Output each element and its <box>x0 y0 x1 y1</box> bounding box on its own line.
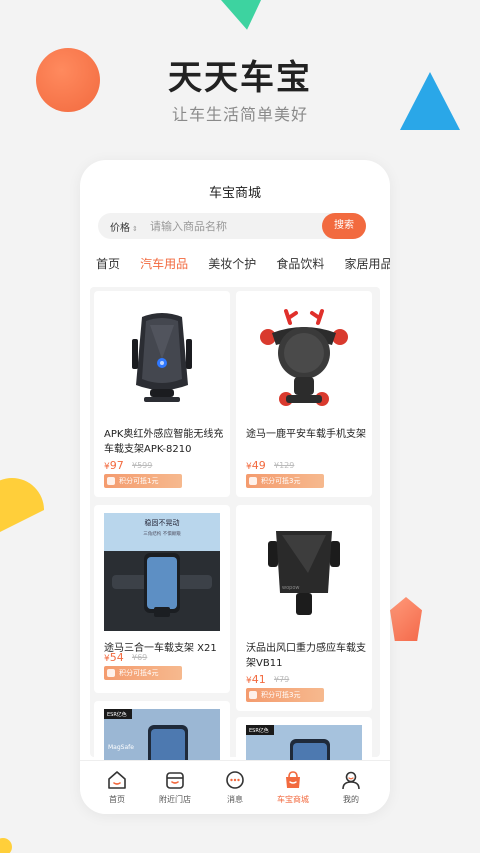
promo-headline: MagSafe <box>108 744 134 751</box>
product-image-car-vent-mount: 稳固不晃动 三角结构 不惧颠簸 <box>104 513 220 631</box>
product-name: APK奥红外感应智能无线充车载支架APK-8210 <box>104 429 224 455</box>
product-image-phone-holder-wireless <box>104 299 220 417</box>
points-badge: 积分可抵4元 <box>104 666 182 680</box>
tab-food-drinks[interactable]: 食品饮料 <box>276 255 324 272</box>
product-price: ¥49 <box>246 459 266 472</box>
product-grid: APK奥红外感应智能无线充车载支架APK-8210 ¥97 ¥599 积分可抵1… <box>90 287 380 761</box>
decorative-yellow-shape <box>0 478 44 542</box>
nav-label: 附近门店 <box>159 795 191 804</box>
brand-logo-text: ESR亿色 <box>249 727 269 734</box>
store-icon <box>166 772 184 789</box>
profile-icon <box>342 771 360 790</box>
tab-car-supplies[interactable]: 汽车用品 <box>140 255 188 272</box>
tab-home-goods[interactable]: 家居用品 <box>344 255 390 272</box>
decorative-orange-pentagon <box>390 597 422 641</box>
product-image-magsafe-mount: ESR亿色 MagSafe <box>104 709 220 761</box>
brand-logo-text: ESR亿色 <box>107 711 127 718</box>
hero-title: 天天车宝 <box>168 58 312 98</box>
original-price: ¥599 <box>132 461 153 470</box>
price-filter[interactable]: 价格 ⇕ <box>110 219 138 234</box>
nav-label: 车宝商城 <box>277 795 309 804</box>
tab-home[interactable]: 首页 <box>96 255 120 272</box>
product-card[interactable]: wopow 沃品出风口重力感应车载支架VB11 ¥41 ¥79 积分可抵3元 <box>236 505 372 711</box>
nav-label: 我的 <box>343 795 359 804</box>
promo-headline: 稳固不晃动 <box>145 518 180 527</box>
page-title: 车宝商城 <box>208 186 261 201</box>
nav-nearby-stores[interactable]: 附近门店 <box>150 769 200 805</box>
nav-messages[interactable]: 消息 <box>210 769 260 805</box>
original-price: ¥129 <box>274 461 295 470</box>
category-tabs: 首页 汽车用品 美妆个护 食品饮料 家居用品 <box>96 253 390 277</box>
product-name: 沃品出风口重力感应车载支架VB11 <box>246 643 366 669</box>
search-input[interactable] <box>150 216 310 236</box>
hero-subtitle: 让车生活简单美好 <box>171 105 308 124</box>
product-image-deer-phone-holder <box>246 299 362 417</box>
original-price: ¥69 <box>132 653 148 662</box>
search-bar: 价格⇕ 搜索 <box>98 213 366 239</box>
price-value: 97 <box>109 459 124 472</box>
shop-bag-icon <box>286 771 300 788</box>
decorative-yellow-dot <box>0 838 12 853</box>
nav-profile[interactable]: 我的 <box>326 769 376 805</box>
decorative-green-triangle <box>201 0 285 36</box>
nav-label: 首页 <box>109 795 125 804</box>
price-value: 49 <box>251 459 266 472</box>
points-badge: 积分可抵1元 <box>104 474 182 488</box>
original-price: ¥79 <box>274 675 290 684</box>
product-name: 途马一鹿平安车载手机支架 <box>246 429 366 440</box>
product-card[interactable]: 途马一鹿平安车载手机支架 ¥49 ¥129 积分可抵3元 <box>236 291 372 497</box>
product-price: ¥41 <box>246 673 266 686</box>
promo-subline: 三角结构 不惧颠簸 <box>143 530 181 537</box>
product-card[interactable]: APK奥红外感应智能无线充车载支架APK-8210 ¥97 ¥599 积分可抵1… <box>94 291 230 497</box>
phone-mockup: 车宝商城 价格⇕ 搜索 首页 汽车用品 美妆个护 食品饮料 家居用品 <box>80 160 390 814</box>
price-filter-label: 价格 <box>110 223 130 234</box>
bottom-navigation: 首页 附近门店 消息 车宝商城 我的 <box>80 760 390 814</box>
points-badge: 积分可抵3元 <box>246 474 324 488</box>
price-value: 54 <box>109 651 124 664</box>
sort-arrows-icon: ⇕ <box>132 225 138 233</box>
product-card[interactable]: 稳固不晃动 三角结构 不惧颠簸 途马三合一车载支架 X21 ¥54 ¥69 积分… <box>94 505 230 693</box>
home-icon <box>108 771 126 789</box>
nav-home[interactable]: 首页 <box>92 769 142 805</box>
nav-label: 消息 <box>227 795 243 804</box>
product-image-phone-mount: ESR亿色 <box>246 725 362 761</box>
nav-shop[interactable]: 车宝商城 <box>268 769 318 805</box>
product-card[interactable]: ESR亿色 MagSafe <box>94 701 230 761</box>
points-badge: 积分可抵3元 <box>246 688 324 702</box>
product-card[interactable]: ESR亿色 <box>236 717 372 761</box>
product-image-gravity-phone-holder: wopow <box>246 513 362 631</box>
price-value: 41 <box>251 673 266 686</box>
product-price: ¥97 <box>104 459 124 472</box>
search-button[interactable]: 搜索 <box>322 213 366 239</box>
tab-beauty[interactable]: 美妆个护 <box>208 255 256 272</box>
message-icon <box>226 771 244 789</box>
brand-logo-text: wopow <box>282 585 299 591</box>
product-price: ¥54 <box>104 651 124 664</box>
